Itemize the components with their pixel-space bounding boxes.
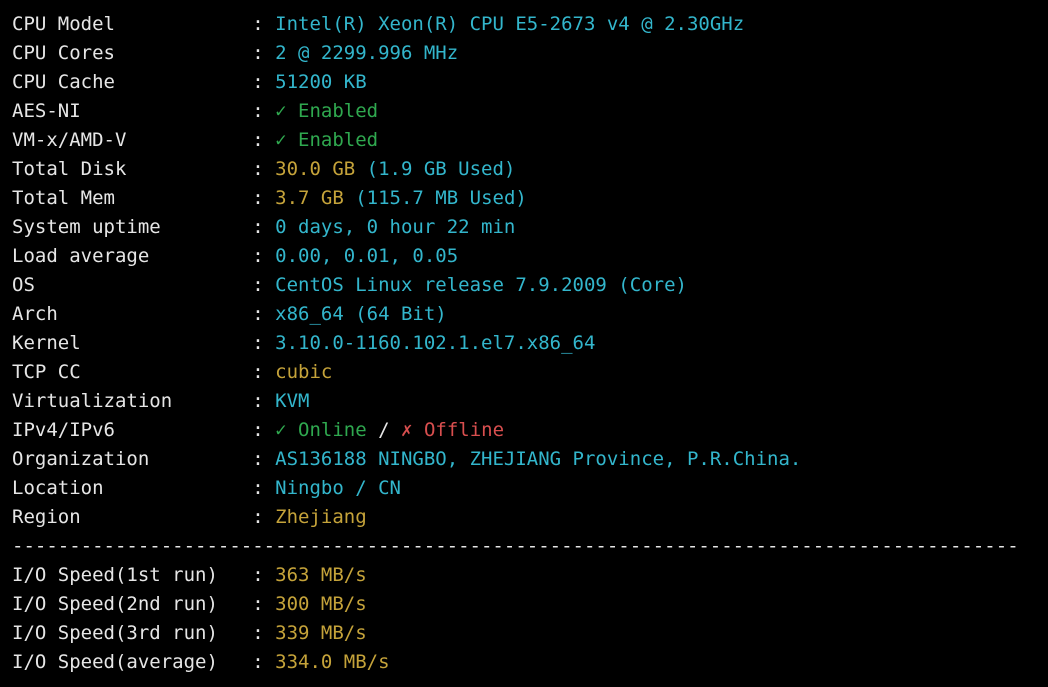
separator: : bbox=[252, 448, 263, 470]
row-ipv6-value: Offline bbox=[424, 419, 504, 441]
row-uptime-label: System uptime bbox=[12, 216, 161, 238]
separator: : bbox=[252, 274, 263, 296]
row-io2-value: 300 MB/s bbox=[275, 593, 367, 615]
row-cpu-model-label: CPU Model bbox=[12, 13, 115, 35]
row-io3-value: 339 MB/s bbox=[275, 622, 367, 644]
row-region-value: Zhejiang bbox=[275, 506, 367, 528]
row-ipv-sep: / bbox=[378, 419, 389, 441]
row-loc-value: Ningbo / CN bbox=[275, 477, 401, 499]
row-aesni-value: Enabled bbox=[298, 100, 378, 122]
separator: : bbox=[252, 216, 263, 238]
row-cpu-cache-value: 51200 KB bbox=[275, 71, 367, 93]
separator: : bbox=[252, 158, 263, 180]
row-arch-label: Arch bbox=[12, 303, 58, 325]
row-loc-label: Location bbox=[12, 477, 104, 499]
row-os-label: OS bbox=[12, 274, 35, 296]
separator: : bbox=[252, 42, 263, 64]
separator: : bbox=[252, 651, 263, 673]
row-uptime-value: 0 days, 0 hour 22 min bbox=[275, 216, 515, 238]
row-mem-used: (115.7 MB Used) bbox=[355, 187, 527, 209]
row-kernel-value: 3.10.0-1160.102.1.el7.x86_64 bbox=[275, 332, 595, 354]
row-region-label: Region bbox=[12, 506, 81, 528]
check-icon: ✓ bbox=[275, 129, 286, 151]
row-org-label: Organization bbox=[12, 448, 149, 470]
row-virt-label: Virtualization bbox=[12, 390, 172, 412]
terminal-output: CPU Model : Intel(R) Xeon(R) CPU E5-2673… bbox=[0, 0, 1048, 687]
separator: : bbox=[252, 187, 263, 209]
separator: : bbox=[252, 593, 263, 615]
row-mem-value: 3.7 GB bbox=[275, 187, 344, 209]
row-os-value: CentOS Linux release 7.9.2009 (Core) bbox=[275, 274, 687, 296]
row-cpu-cache-label: CPU Cache bbox=[12, 71, 115, 93]
row-kernel-label: Kernel bbox=[12, 332, 81, 354]
row-cpu-cores-label: CPU Cores bbox=[12, 42, 115, 64]
row-io2-label: I/O Speed(2nd run) bbox=[12, 593, 218, 615]
row-io3-label: I/O Speed(3rd run) bbox=[12, 622, 218, 644]
separator: : bbox=[252, 332, 263, 354]
separator: : bbox=[252, 419, 263, 441]
row-vmx-value: Enabled bbox=[298, 129, 378, 151]
row-vmx-label: VM-x/AMD-V bbox=[12, 129, 126, 151]
row-loadavg-value: 0.00, 0.01, 0.05 bbox=[275, 245, 458, 267]
row-ioavg-value: 334.0 MB/s bbox=[275, 651, 389, 673]
row-io1-label: I/O Speed(1st run) bbox=[12, 564, 218, 586]
separator: : bbox=[252, 129, 263, 151]
row-arch-value: x86_64 (64 Bit) bbox=[275, 303, 447, 325]
separator: : bbox=[252, 361, 263, 383]
separator: : bbox=[252, 564, 263, 586]
row-cpu-model-value: Intel(R) Xeon(R) CPU E5-2673 v4 @ 2.30GH… bbox=[275, 13, 744, 35]
row-disk-label: Total Disk bbox=[12, 158, 126, 180]
separator: : bbox=[252, 13, 263, 35]
separator: : bbox=[252, 303, 263, 325]
row-tcpcc-label: TCP CC bbox=[12, 361, 81, 383]
row-cpu-cores-value: 2 @ 2299.996 MHz bbox=[275, 42, 458, 64]
separator: : bbox=[252, 100, 263, 122]
row-tcpcc-value: cubic bbox=[275, 361, 332, 383]
row-ipv-label: IPv4/IPv6 bbox=[12, 419, 115, 441]
row-ioavg-label: I/O Speed(average) bbox=[12, 651, 218, 673]
row-mem-label: Total Mem bbox=[12, 187, 115, 209]
row-ipv4-value: Online bbox=[298, 419, 367, 441]
separator: : bbox=[252, 390, 263, 412]
cross-icon: ✗ bbox=[401, 419, 412, 441]
check-icon: ✓ bbox=[275, 100, 286, 122]
divider-line: ----------------------------------------… bbox=[12, 535, 1019, 557]
row-io1-value: 363 MB/s bbox=[275, 564, 367, 586]
separator: : bbox=[252, 71, 263, 93]
separator: : bbox=[252, 506, 263, 528]
separator: : bbox=[252, 477, 263, 499]
separator: : bbox=[252, 245, 263, 267]
separator: : bbox=[252, 622, 263, 644]
row-disk-value: 30.0 GB bbox=[275, 158, 355, 180]
row-loadavg-label: Load average bbox=[12, 245, 149, 267]
row-disk-used: (1.9 GB Used) bbox=[367, 158, 516, 180]
row-aesni-label: AES-NI bbox=[12, 100, 81, 122]
row-org-value: AS136188 NINGBO, ZHEJIANG Province, P.R.… bbox=[275, 448, 801, 470]
row-virt-value: KVM bbox=[275, 390, 309, 412]
check-icon: ✓ bbox=[275, 419, 286, 441]
